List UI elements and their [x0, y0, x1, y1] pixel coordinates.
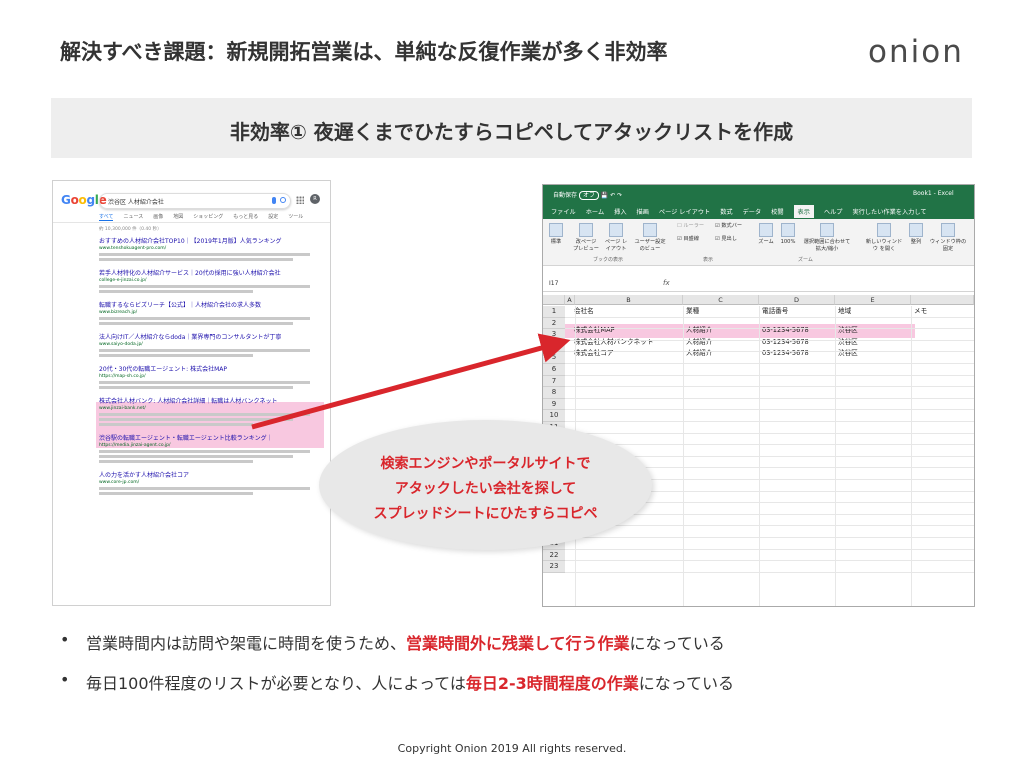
bullet-text: になっている: [629, 634, 725, 653]
bullet-emphasis: 営業時間外に残業して行う作業: [406, 634, 630, 653]
callout-bubble: 検索エンジンやポータルサイトで アタックしたい会社を探して スプレッドシートにひ…: [319, 420, 652, 550]
callout-line: 検索エンジンやポータルサイトで: [380, 456, 591, 472]
copyright: Copyright Onion 2019 All rights reserved…: [397, 742, 627, 755]
bullet-item: • 毎日100件程度のリストが必要となり、人によっては毎日2-3時間程度の作業にな…: [60, 670, 734, 694]
callout-text: 検索エンジンやポータルサイトで アタックしたい会社を探して スプレッドシートにひ…: [319, 452, 652, 527]
callout-line: スプレッドシートにひたすらコピペ: [373, 506, 598, 522]
bullet-list: • 営業時間内は訪問や架電に時間を使うため、営業時間外に残業して行う作業になってい…: [60, 630, 734, 710]
bullet-dot: •: [60, 630, 70, 649]
callout-line: アタックしたい会社を探して: [394, 481, 577, 497]
bullet-text: になっている: [638, 674, 734, 693]
bullet-text: 毎日100件程度のリストが必要となり、人によっては: [86, 674, 466, 693]
bullet-text: 営業時間内は訪問や架電に時間を使うため、: [86, 634, 407, 653]
bullet-dot: •: [60, 670, 70, 689]
bullet-item: • 営業時間内は訪問や架電に時間を使うため、営業時間外に残業して行う作業になってい…: [60, 630, 734, 654]
arrow-line: [251, 333, 571, 430]
bullet-emphasis: 毎日2-3時間程度の作業: [465, 674, 639, 693]
